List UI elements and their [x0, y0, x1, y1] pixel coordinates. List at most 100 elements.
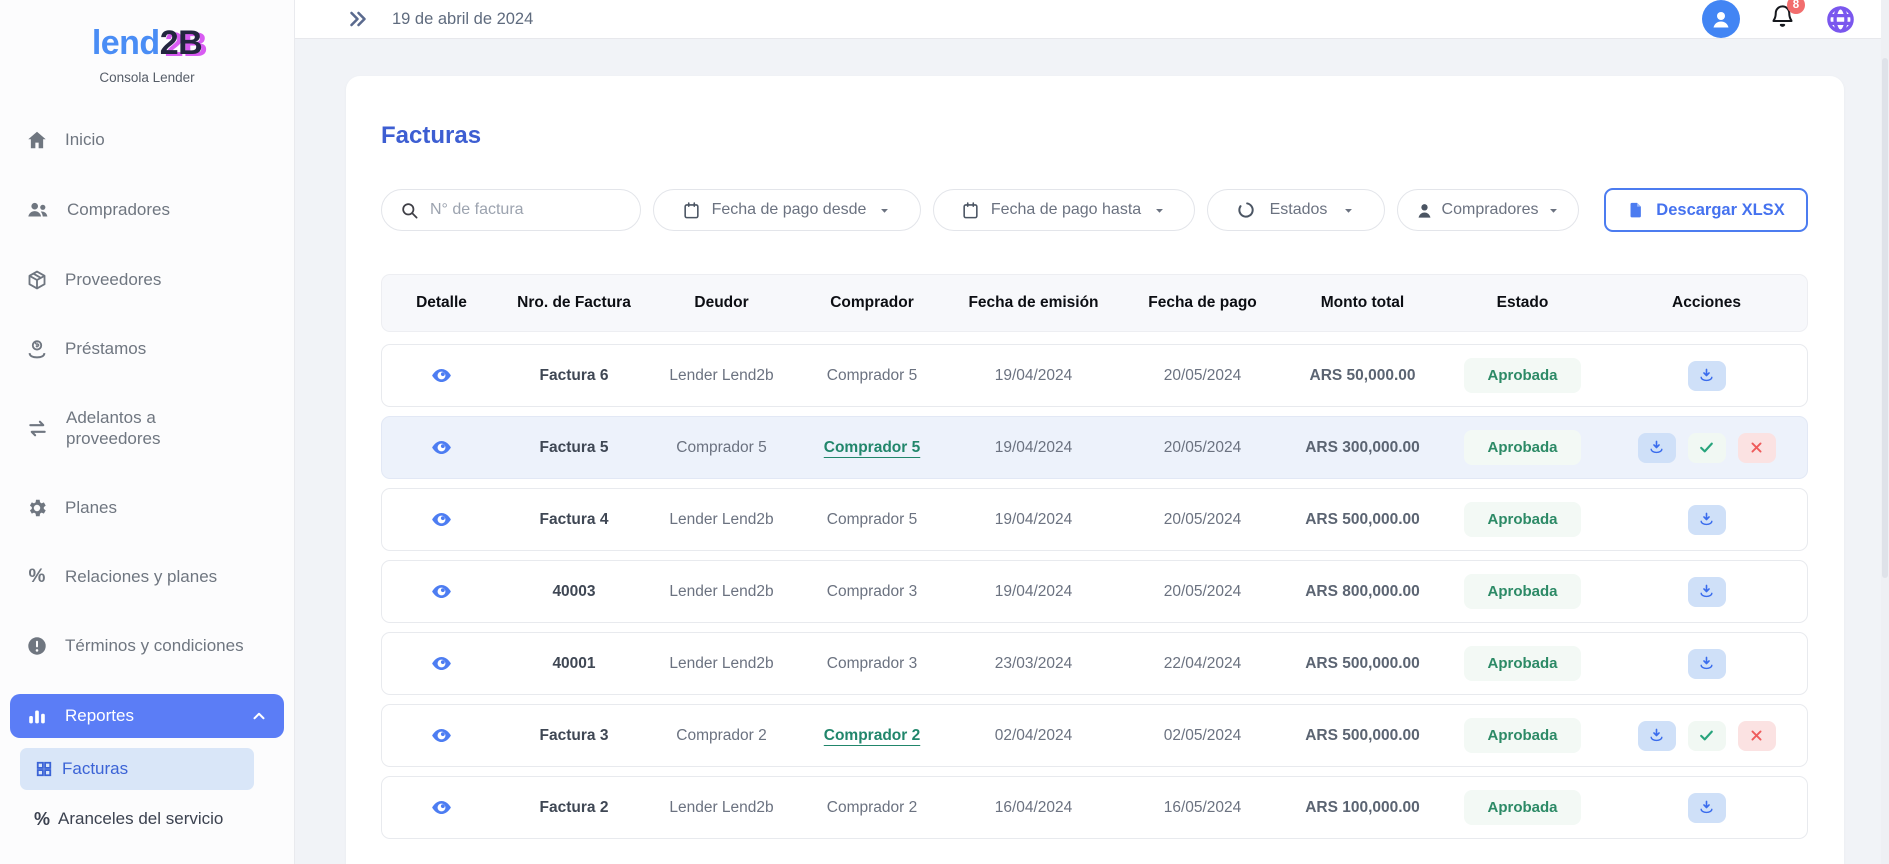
buyer-link[interactable]: Comprador 5: [824, 439, 920, 456]
download-invoice-button[interactable]: [1688, 577, 1726, 607]
sidebar-item-t-rminos-y-condiciones[interactable]: Términos y condiciones: [10, 625, 284, 667]
scrollbar-thumb[interactable]: [1882, 58, 1888, 578]
buyers-filter[interactable]: Compradores: [1397, 189, 1579, 231]
topbar: 19 de abril de 2024 8: [295, 0, 1889, 39]
user-avatar[interactable]: [1702, 0, 1740, 38]
approve-button[interactable]: [1688, 721, 1726, 751]
invoice-table-row: 40001 Lender Lend2b Comprador 3 23/03/20…: [381, 632, 1808, 695]
debtor-name: Lender Lend2b: [647, 583, 796, 601]
sidebar-item-inicio[interactable]: Inicio: [10, 119, 284, 161]
buyer-name: Comprador 5: [796, 439, 948, 457]
debtor-name: Lender Lend2b: [647, 367, 796, 385]
sidebar-item-compradores[interactable]: Compradores: [10, 188, 284, 232]
column-header: Deudor: [647, 294, 796, 312]
notification-badge: 8: [1787, 0, 1805, 14]
column-header: Fecha de pago: [1119, 294, 1286, 312]
notifications-button[interactable]: 8: [1769, 3, 1796, 35]
debtor-name: Lender Lend2b: [647, 511, 796, 529]
page-title: Facturas: [381, 122, 1808, 150]
detail-button[interactable]: [382, 796, 501, 819]
total-amount: ARS 100,000.00: [1286, 799, 1439, 817]
sidebar-subitem-aranceles-del-servicio[interactable]: %Aranceles del servicio: [20, 798, 254, 841]
invoice-table-row: Factura 6 Lender Lend2b Comprador 5 19/0…: [381, 344, 1808, 407]
payment-date: 20/05/2024: [1119, 511, 1286, 529]
sidebar-item-proveedores[interactable]: Proveedores: [10, 259, 284, 301]
download-invoice-button[interactable]: [1638, 433, 1676, 463]
content-area: Facturas Fecha de pago desde Fecha de pa…: [295, 39, 1889, 864]
invoice-number: Factura 6: [501, 367, 647, 385]
filters-bar: Fecha de pago desde Fecha de pago hasta …: [381, 188, 1808, 232]
states-label: Estados: [1270, 201, 1328, 219]
sidebar-nav: Inicio Compradores Proveedores Préstamos Ade…: [0, 119, 294, 841]
download-icon: [1698, 511, 1715, 528]
invoice-number: 40001: [501, 655, 647, 673]
detail-button[interactable]: [382, 508, 501, 531]
invoice-table-row: Factura 3 Comprador 2 Comprador 2 02/04/…: [381, 704, 1808, 767]
total-amount: ARS 500,000.00: [1286, 511, 1439, 529]
sidebar-item-relaciones-y-planes[interactable]: %Relaciones y planes: [10, 556, 284, 598]
invoice-number: Factura 5: [501, 439, 647, 457]
sidebar-item-planes[interactable]: Planes: [10, 487, 284, 529]
debtor-name: Comprador 2: [647, 727, 796, 745]
status-badge: Aprobada: [1464, 430, 1580, 465]
sidebar-item-label: Relaciones y planes: [65, 566, 217, 587]
detail-button[interactable]: [382, 364, 501, 387]
invoice-table-row: Factura 5 Comprador 5 Comprador 5 19/04/…: [381, 416, 1808, 479]
download-invoice-button[interactable]: [1688, 505, 1726, 535]
invoice-search-input[interactable]: [430, 201, 620, 219]
sidebar-subitem-facturas[interactable]: Facturas: [20, 748, 254, 790]
date-to-filter[interactable]: Fecha de pago hasta: [933, 189, 1195, 231]
column-header: Comprador: [796, 294, 948, 312]
payment-date: 16/05/2024: [1119, 799, 1286, 817]
chevron-down-icon: [1546, 203, 1561, 218]
sidebar-subitem-label: Facturas: [62, 759, 128, 779]
buyers-label: Compradores: [1442, 201, 1539, 219]
detail-button[interactable]: [382, 580, 501, 603]
chevron-down-icon: [1341, 203, 1356, 218]
date-to-label: Fecha de pago hasta: [991, 201, 1141, 219]
invoice-number: Factura 4: [501, 511, 647, 529]
eye-icon: [430, 436, 453, 459]
download-xlsx-button[interactable]: Descargar XLSX: [1604, 188, 1808, 232]
approve-button[interactable]: [1688, 433, 1726, 463]
reject-button[interactable]: [1738, 721, 1776, 751]
sidebar-item-reportes[interactable]: Reportes: [10, 694, 284, 738]
sidebar-item-label: Préstamos: [65, 338, 146, 359]
detail-button[interactable]: [382, 652, 501, 675]
eye-icon: [430, 364, 453, 387]
invoice-number: Factura 3: [501, 727, 647, 745]
page-scrollbar[interactable]: [1881, 0, 1889, 864]
detail-button[interactable]: [382, 724, 501, 747]
file-icon: [1627, 201, 1645, 219]
date-from-filter[interactable]: Fecha de pago desde: [653, 189, 921, 231]
language-globe-button[interactable]: [1825, 4, 1856, 35]
eye-icon: [430, 724, 453, 747]
issue-date: 19/04/2024: [948, 583, 1119, 601]
download-invoice-button[interactable]: [1638, 721, 1676, 751]
column-header: Estado: [1439, 294, 1606, 312]
sidebar-item-pr-stamos[interactable]: Préstamos: [10, 328, 284, 370]
download-invoice-button[interactable]: [1688, 649, 1726, 679]
column-header: Nro. de Factura: [501, 294, 647, 312]
brand-logo: lend2B Consola Lender: [0, 14, 294, 89]
payment-date: 20/05/2024: [1119, 439, 1286, 457]
logo-text: lend2B: [0, 24, 294, 63]
issue-date: 19/04/2024: [948, 439, 1119, 457]
sidebar-item-adelantos-a-proveedores[interactable]: Adelantos a proveedores: [10, 397, 284, 460]
buyer-name: Comprador 2: [796, 799, 948, 817]
download-icon: [1648, 439, 1665, 456]
download-invoice-button[interactable]: [1688, 361, 1726, 391]
download-invoice-button[interactable]: [1688, 793, 1726, 823]
calendar-icon: [961, 201, 980, 220]
download-icon: [1648, 727, 1665, 744]
reject-button[interactable]: [1738, 433, 1776, 463]
invoice-search-input-wrap[interactable]: [381, 189, 641, 231]
sidebar-item-label: Adelantos a proveedores: [66, 407, 188, 450]
states-filter[interactable]: Estados: [1207, 189, 1385, 231]
debtor-name: Lender Lend2b: [647, 799, 796, 817]
buyer-name: Comprador 5: [796, 367, 948, 385]
detail-button[interactable]: [382, 436, 501, 459]
eye-icon: [430, 796, 453, 819]
buyer-link[interactable]: Comprador 2: [824, 727, 920, 744]
collapse-sidebar-icon[interactable]: [346, 7, 370, 31]
